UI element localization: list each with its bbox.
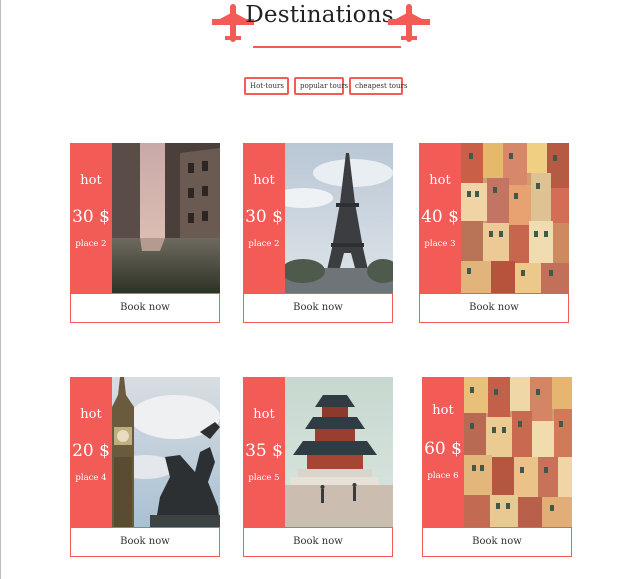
hot-label: hot [432,403,454,418]
price-label: 20 $ [72,441,110,461]
hot-label: hot [429,173,451,188]
destination-card: hot 35 $ place 5 Book now [243,377,393,557]
price-tag: hot 30 $ place 2 [70,143,112,293]
place-label: place 4 [75,473,107,483]
hot-label: hot [80,407,102,422]
price-label: 40 $ [421,207,459,227]
book-now-button[interactable]: Book now [243,527,393,557]
page-title: Destinations [245,2,394,28]
book-now-button[interactable]: Book now [70,527,220,557]
filter-hot-tours-button[interactable]: Hot-tours [244,77,289,95]
price-label: 35 $ [245,441,283,461]
place-label: place 6 [427,471,459,481]
place-label: place 2 [75,239,107,249]
book-now-button[interactable]: Book now [243,293,393,323]
book-now-button[interactable]: Book now [419,293,569,323]
price-tag: hot 35 $ place 5 [243,377,285,527]
price-tag: hot 60 $ place 6 [422,377,464,527]
filter-popular-tours-button[interactable]: popular tours [294,77,348,95]
book-now-button[interactable]: Book now [422,527,572,557]
hot-label: hot [253,407,275,422]
price-label: 30 $ [245,207,283,227]
place-label: place 5 [248,473,280,483]
destination-card: hot 30 $ place 2 Book now [243,143,393,323]
header: Destinations [0,2,639,52]
price-tag: hot 20 $ place 4 [70,377,112,527]
airplane-icon [388,4,430,42]
price-label: 30 $ [72,207,110,227]
book-now-button[interactable]: Book now [70,293,220,323]
destination-card: hot 30 $ place 2 Book now [70,143,220,323]
filter-cheapest-tours-button[interactable]: cheapest tours [349,77,407,95]
filter-bar: Hot-tours popular tours cheapest tours [0,77,639,95]
destination-card: hot 40 $ place 3 Book now [419,143,569,323]
hot-label: hot [253,173,275,188]
destination-card: hot 60 $ place 6 Book now [422,377,572,557]
place-label: place 3 [424,239,456,249]
hot-label: hot [80,173,102,188]
price-label: 60 $ [424,439,462,459]
title-underline [253,46,401,48]
price-tag: hot 30 $ place 2 [243,143,285,293]
place-label: place 2 [248,239,280,249]
price-tag: hot 40 $ place 3 [419,143,461,293]
destination-card: hot 20 $ place 4 Book now [70,377,220,557]
